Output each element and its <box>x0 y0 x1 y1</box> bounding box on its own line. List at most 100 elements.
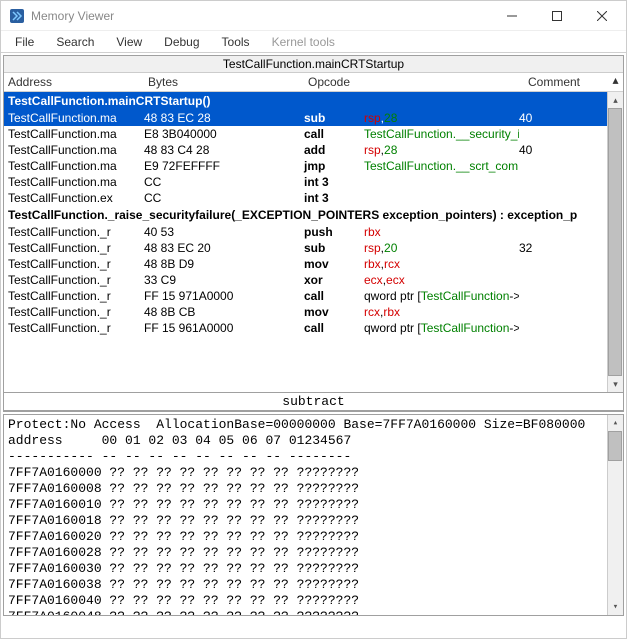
hex-separator: ----------- -- -- -- -- -- -- -- -- ----… <box>8 449 619 465</box>
disasm-row[interactable]: TestCallFunction.maCCint 3 <box>4 174 623 190</box>
row-bytes: 33 C9 <box>144 273 304 287</box>
row-operand: rcx,rbx <box>364 305 519 319</box>
row-operand: rsp,28 <box>364 143 519 157</box>
hex-row[interactable]: 7FF7A0160028 ?? ?? ?? ?? ?? ?? ?? ?? ???… <box>8 545 619 561</box>
row-opcode: add <box>304 143 364 157</box>
row-address: TestCallFunction.ma <box>8 159 144 173</box>
row-operand: TestCallFunction.__security_i <box>364 127 519 141</box>
row-bytes: FF 15 961A0000 <box>144 321 304 335</box>
row-comment <box>519 273 619 287</box>
hex-header: address 00 01 02 03 04 05 06 07 01234567 <box>8 433 619 449</box>
row-operand: TestCallFunction.__scrt_com <box>364 159 519 173</box>
hex-panel[interactable]: Protect:No Access AllocationBase=0000000… <box>3 414 624 616</box>
window-controls <box>489 2 624 30</box>
hex-row[interactable]: 7FF7A0160020 ?? ?? ?? ?? ?? ?? ?? ?? ???… <box>8 529 619 545</box>
disasm-row[interactable]: TestCallFunction._r48 8B CBmovrcx,rbx <box>4 304 623 320</box>
row-address: TestCallFunction.ma <box>8 127 144 141</box>
row-comment <box>519 225 619 239</box>
disasm-row[interactable]: TestCallFunction._r33 C9xorecx,ecx <box>4 272 623 288</box>
titlebar[interactable]: Memory Viewer <box>1 1 626 31</box>
row-operand: rsp,28 <box>364 111 519 125</box>
menu-view[interactable]: View <box>106 33 152 51</box>
col-comment[interactable]: Comment <box>524 73 608 91</box>
row-bytes: 48 83 EC 28 <box>144 111 304 125</box>
row-bytes: 48 83 EC 20 <box>144 241 304 255</box>
scroll-up-arrow-icon[interactable]: ▴ <box>608 92 623 108</box>
row-bytes: CC <box>144 175 304 189</box>
disasm-row[interactable]: TestCallFunction.maE8 3B040000callTestCa… <box>4 126 623 142</box>
hex-scrollbar[interactable]: ▴ ▾ <box>607 415 623 615</box>
col-operand[interactable] <box>364 73 524 91</box>
hex-body: 7FF7A0160000 ?? ?? ?? ?? ?? ?? ?? ?? ???… <box>8 465 619 616</box>
row-address: TestCallFunction._r <box>8 305 144 319</box>
row-opcode: sub <box>304 241 364 255</box>
hex-row[interactable]: 7FF7A0160048 ?? ?? ?? ?? ?? ?? ?? ?? ???… <box>8 609 619 616</box>
col-address[interactable]: Address <box>4 73 144 91</box>
hex-scroll-down-icon[interactable]: ▾ <box>608 599 623 615</box>
minimize-button[interactable] <box>489 2 534 30</box>
disasm-row[interactable]: TestCallFunction.ma48 83 EC 28subrsp,284… <box>4 110 623 126</box>
hex-scroll-thumb[interactable] <box>608 431 622 461</box>
hex-row[interactable]: 7FF7A0160040 ?? ?? ?? ?? ?? ?? ?? ?? ???… <box>8 593 619 609</box>
row-bytes: E8 3B040000 <box>144 127 304 141</box>
menu-search[interactable]: Search <box>46 33 104 51</box>
menu-kernel-tools[interactable]: Kernel tools <box>262 33 345 51</box>
menu-debug[interactable]: Debug <box>154 33 209 51</box>
scroll-down-arrow-icon[interactable]: ▾ <box>608 376 623 392</box>
hex-row[interactable]: 7FF7A0160008 ?? ?? ?? ?? ?? ?? ?? ?? ???… <box>8 481 619 497</box>
maximize-button[interactable] <box>534 2 579 30</box>
hex-row[interactable]: 7FF7A0160018 ?? ?? ?? ?? ?? ?? ?? ?? ???… <box>8 513 619 529</box>
row-opcode: int 3 <box>304 175 364 189</box>
row-bytes: 48 83 C4 28 <box>144 143 304 157</box>
column-header: Address Bytes Opcode Comment ▴ <box>4 73 623 92</box>
disasm-row[interactable]: TestCallFunction._r40 53pushrbx <box>4 224 623 240</box>
menubar: File Search View Debug Tools Kernel tool… <box>1 31 626 53</box>
row-operand: qword ptr [TestCallFunction->KERNEL32.Se… <box>364 289 519 303</box>
row-address: TestCallFunction.ma <box>8 143 144 157</box>
disasm-row[interactable]: TestCallFunction._rFF 15 971A0000callqwo… <box>4 288 623 304</box>
col-bytes[interactable]: Bytes <box>144 73 304 91</box>
row-opcode: mov <box>304 257 364 271</box>
disassembly-list[interactable]: TestCallFunction.mainCRTStartup()TestCal… <box>4 92 623 392</box>
hex-row[interactable]: 7FF7A0160038 ?? ?? ?? ?? ?? ?? ?? ?? ???… <box>8 577 619 593</box>
disasm-scrollbar[interactable]: ▴ ▾ <box>607 92 623 392</box>
row-comment <box>519 191 619 205</box>
section-header[interactable]: TestCallFunction.mainCRTStartup() <box>4 92 623 110</box>
row-opcode: int 3 <box>304 191 364 205</box>
disasm-row[interactable]: TestCallFunction.exCCint 3 <box>4 190 623 206</box>
menu-file[interactable]: File <box>5 33 44 51</box>
row-comment <box>519 305 619 319</box>
hex-row[interactable]: 7FF7A0160030 ?? ?? ?? ?? ?? ?? ?? ?? ???… <box>8 561 619 577</box>
col-opcode[interactable]: Opcode <box>304 73 364 91</box>
row-bytes: 40 53 <box>144 225 304 239</box>
row-operand: ecx,ecx <box>364 273 519 287</box>
menu-tools[interactable]: Tools <box>212 33 260 51</box>
row-address: TestCallFunction._r <box>8 273 144 287</box>
row-bytes: CC <box>144 191 304 205</box>
row-operand <box>364 175 519 189</box>
disasm-row[interactable]: TestCallFunction._r48 83 EC 20subrsp,203… <box>4 240 623 256</box>
row-comment <box>519 175 619 189</box>
disasm-row[interactable]: TestCallFunction.maE9 72FEFFFFjmpTestCal… <box>4 158 623 174</box>
hex-row[interactable]: 7FF7A0160000 ?? ?? ?? ?? ?? ?? ?? ?? ???… <box>8 465 619 481</box>
row-opcode: call <box>304 289 364 303</box>
section-header[interactable]: TestCallFunction._raise_securityfailure(… <box>4 206 623 224</box>
row-address: TestCallFunction._r <box>8 257 144 271</box>
row-opcode: sub <box>304 111 364 125</box>
hex-scroll-up-icon[interactable]: ▴ <box>608 415 623 431</box>
hex-row[interactable]: 7FF7A0160010 ?? ?? ?? ?? ?? ?? ?? ?? ???… <box>8 497 619 513</box>
close-button[interactable] <box>579 2 624 30</box>
row-comment <box>519 127 619 141</box>
row-comment <box>519 159 619 173</box>
scroll-thumb[interactable] <box>608 108 622 376</box>
instruction-info-bar: subtract <box>4 392 623 411</box>
scroll-up-icon[interactable]: ▴ <box>608 73 623 91</box>
disasm-row[interactable]: TestCallFunction.ma48 83 C4 28addrsp,284… <box>4 142 623 158</box>
row-opcode: push <box>304 225 364 239</box>
row-operand: rbx,rcx <box>364 257 519 271</box>
disasm-row[interactable]: TestCallFunction._rFF 15 961A0000callqwo… <box>4 320 623 336</box>
row-operand: rbx <box>364 225 519 239</box>
row-address: TestCallFunction._r <box>8 289 144 303</box>
row-comment: 40 <box>519 143 619 157</box>
disasm-row[interactable]: TestCallFunction._r48 8B D9movrbx,rcx <box>4 256 623 272</box>
